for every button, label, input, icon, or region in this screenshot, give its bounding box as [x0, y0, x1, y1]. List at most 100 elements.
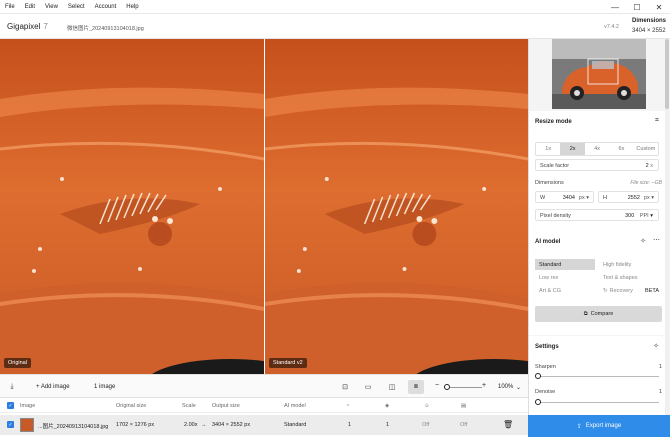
zoom-in-icon[interactable]: + — [482, 382, 486, 389]
app-header: Gigapixel 7 微信图片_20240913104018.jpg v7.4.… — [0, 14, 670, 39]
recovery-icon: ↻ — [603, 287, 608, 294]
side-by-side-view-icon[interactable]: ⧈ — [408, 380, 424, 394]
sparkle-icon[interactable]: ✧ — [640, 237, 646, 245]
menu-file[interactable]: File — [0, 4, 20, 10]
zoom-out-icon[interactable]: − — [435, 382, 439, 389]
app-title: Gigapixel 7 — [7, 22, 48, 31]
menu-bar: File Edit View Select Account Help — [0, 0, 670, 14]
denoise-col-icon: ◈ — [385, 403, 390, 409]
row-scale: 2.00x — [184, 422, 198, 428]
zoom-slider-knob[interactable] — [444, 384, 450, 390]
beta-badge: BETA — [645, 287, 659, 294]
menu-view[interactable]: View — [40, 4, 63, 10]
height-field[interactable]: H 2552 px ▾ — [598, 191, 659, 203]
image-count: 1 image — [94, 384, 116, 390]
navigator-thumbnail[interactable] — [552, 39, 646, 109]
zoom-level[interactable]: 100% — [498, 384, 513, 390]
scale-4x[interactable]: 4x — [585, 143, 609, 155]
scale-factor-field[interactable]: Scale factor 2 x — [535, 159, 659, 171]
sharpen-value: 1 — [658, 364, 662, 370]
scale-factor-unit: x — [650, 163, 653, 169]
denoise-slider-knob[interactable] — [535, 399, 541, 405]
preview-area[interactable]: Original Standard v2 — [0, 39, 528, 374]
model-standard[interactable]: Standard — [535, 259, 595, 270]
car-thumbnail — [552, 39, 646, 109]
image-table-header: ✓ Image Original size Scale Output size … — [0, 398, 528, 413]
col-original-size: Original size — [116, 403, 147, 409]
sharpen-slider[interactable] — [537, 376, 659, 377]
height-value: 2552 — [627, 195, 640, 201]
model-recovery[interactable]: ↻ Recovery BETA — [599, 285, 661, 296]
resize-mode-title: Resize mode — [535, 119, 572, 125]
text-col-icon: ▤ — [461, 403, 467, 409]
denoise-value: 1 — [658, 389, 662, 395]
split-view-icon[interactable]: ◫ — [384, 380, 400, 394]
scale-1x[interactable]: 1x — [536, 143, 560, 155]
settings-title: Settings — [535, 344, 559, 350]
crop-icon[interactable]: ⌗ — [655, 117, 659, 125]
table-row[interactable]: ✓ ...图片_20240913104018.jpg 1702 × 1276 p… — [0, 415, 528, 435]
width-field[interactable]: W 3404 px ▾ — [535, 191, 594, 203]
bottom-toolbar: ⤓ + Add image 1 image ⊡ ▭ ◫ ⧈ − + 100% ⌄ — [0, 374, 528, 398]
original-label: Original — [4, 358, 31, 368]
row-ai-model: Standard — [284, 422, 307, 428]
col-output-size: Output size — [212, 403, 240, 409]
model-low-res[interactable]: Low res — [535, 272, 595, 283]
pixel-density-value: 300 — [625, 213, 635, 219]
minimize-button[interactable]: — — [604, 0, 626, 14]
select-all-checkbox[interactable]: ✓ — [7, 402, 14, 409]
arrow-icon: → — [201, 422, 207, 428]
scale-6x[interactable]: 6x — [609, 143, 633, 155]
pixel-density-unit: PPI — [639, 213, 649, 219]
settings-sparkle-icon[interactable]: ✧ — [653, 342, 659, 350]
height-unit: px ▾ — [643, 195, 654, 201]
sharpen-col-icon: ◔ — [346, 403, 350, 409]
dimensions-value: 3404 × 2552 — [632, 28, 666, 34]
model-text-shapes[interactable]: Text & shapes — [599, 272, 659, 283]
compare-button[interactable]: ⧉ Compare — [535, 306, 662, 322]
scrollbar-thumb[interactable] — [665, 39, 669, 109]
pixel-density-field[interactable]: Pixel density 300 PPI ▾ — [535, 209, 659, 221]
settings-sidebar: Resize mode ⌗ 1x 2x 4x 6x Custom Scale f… — [528, 39, 670, 415]
row-original-size: 1702 × 1276 px — [116, 422, 155, 428]
scale-2x[interactable]: 2x — [560, 143, 585, 155]
menu-select[interactable]: Select — [63, 4, 90, 10]
face-col-icon: ☺ — [424, 403, 430, 409]
more-options-icon[interactable]: ⋯ — [653, 236, 660, 244]
row-output-size: 3404 × 2552 px — [212, 422, 251, 428]
file-size-label: File size: --GB — [630, 180, 662, 186]
delete-icon[interactable]: 🗑 — [503, 420, 513, 429]
ai-model-title: AI model — [535, 239, 561, 245]
row-face: Off — [422, 422, 430, 428]
export-icon: ⇪ — [576, 423, 582, 430]
row-checkbox[interactable]: ✓ — [7, 421, 14, 428]
app-version: v7.4.2 — [604, 24, 619, 30]
export-image-button[interactable]: ⇪ Export image — [528, 415, 670, 437]
add-image-button[interactable]: + Add image — [36, 384, 70, 390]
enhanced-preview[interactable]: Standard v2 — [265, 39, 528, 374]
width-unit: px ▾ — [578, 195, 589, 201]
settings-section: Settings ✧ Sharpen 1 Denoise 1 — [529, 336, 666, 415]
sharpen-slider-knob[interactable] — [535, 373, 541, 379]
row-thumbnail — [20, 418, 34, 432]
enhanced-label: Standard v2 — [269, 358, 307, 368]
maximize-button[interactable]: ☐ — [626, 0, 648, 14]
sidebar-scrollbar[interactable] — [665, 39, 669, 415]
model-high-fidelity[interactable]: High fidelity — [599, 259, 659, 270]
menu-edit[interactable]: Edit — [20, 4, 40, 10]
width-value: 3404 — [562, 195, 575, 201]
zoom-dropdown-icon[interactable]: ⌄ — [516, 384, 521, 391]
menu-account[interactable]: Account — [90, 4, 122, 10]
fit-view-icon[interactable]: ⊡ — [337, 380, 353, 394]
menu-help[interactable]: Help — [121, 4, 143, 10]
close-button[interactable]: ✕ — [648, 0, 670, 14]
scale-custom[interactable]: Custom — [634, 143, 658, 155]
col-image: Image — [20, 403, 36, 409]
model-art-cg[interactable]: Art & CG — [535, 285, 595, 296]
import-icon[interactable]: ⤓ — [4, 380, 20, 394]
denoise-slider[interactable] — [537, 402, 659, 403]
original-preview[interactable]: Original — [0, 39, 264, 374]
row-filename: ...图片_20240913104018.jpg — [38, 424, 109, 430]
compare-icon: ⧉ — [583, 310, 588, 317]
single-view-icon[interactable]: ▭ — [360, 380, 376, 394]
